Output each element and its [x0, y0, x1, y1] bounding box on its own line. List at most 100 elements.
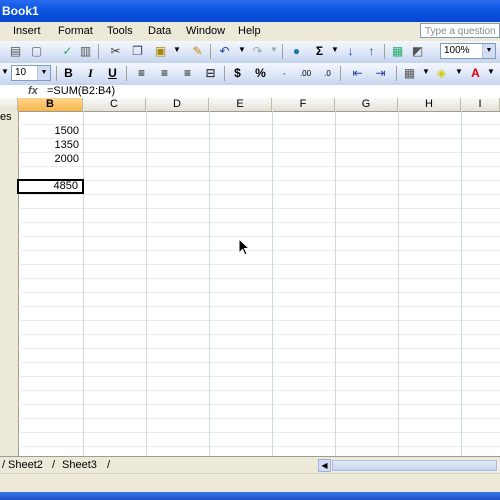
- undo-dropdown-icon[interactable]: ▼: [238, 45, 246, 54]
- underline-button[interactable]: U: [105, 66, 120, 81]
- redo-dropdown-icon[interactable]: ▼: [270, 45, 278, 54]
- align-left-icon[interactable]: ≡: [134, 66, 149, 81]
- chevron-down-icon[interactable]: ▼: [37, 66, 50, 80]
- menu-tools[interactable]: Tools: [107, 25, 133, 37]
- column-header-f[interactable]: F: [272, 98, 335, 111]
- menu-insert[interactable]: Insert: [13, 25, 41, 37]
- toolbar-separator: [340, 66, 341, 81]
- borders-icon[interactable]: ▦: [402, 66, 417, 81]
- toolbar-separator: [282, 44, 283, 59]
- help-search-input[interactable]: Type a question: [420, 23, 500, 38]
- standard-toolbar: ▤ ▢ ✓ ▥ ✂ ❐ ▣ ▼ ✎ ↶ ▼ ↷ ▼ ● Σ ▼ ↓ ↑ ▦ ◩ …: [0, 41, 500, 64]
- paste-icon[interactable]: ▣: [153, 44, 168, 59]
- column-header-g[interactable]: G: [335, 98, 398, 111]
- status-bar: [0, 473, 500, 493]
- decrease-decimal-icon[interactable]: .0: [320, 66, 335, 81]
- currency-button[interactable]: $: [230, 66, 245, 81]
- title-bar: Book1: [0, 0, 500, 22]
- scroll-left-icon[interactable]: ◀: [318, 459, 331, 472]
- increase-decimal-icon[interactable]: .00: [298, 66, 313, 81]
- toolbar-separator: [224, 66, 225, 81]
- merge-center-icon[interactable]: ⊟: [203, 66, 218, 81]
- chart-wizard-icon[interactable]: ▦: [390, 44, 405, 59]
- column-header-d[interactable]: D: [146, 98, 209, 111]
- drawing-icon[interactable]: ◩: [410, 44, 425, 59]
- gridline: [272, 111, 273, 456]
- paste-dropdown-icon[interactable]: ▼: [173, 45, 181, 54]
- fill-color-dropdown-icon[interactable]: ▼: [455, 67, 463, 76]
- worksheet-grid[interactable]: [18, 111, 500, 456]
- column-header-row: B C D E F G H I: [0, 98, 500, 112]
- font-name-dropdown-icon[interactable]: ▼: [1, 67, 9, 76]
- sort-descending-icon[interactable]: ↑: [364, 44, 379, 59]
- cell-b6-active[interactable]: 4850: [17, 179, 84, 194]
- tab-sheet3[interactable]: Sheet3: [62, 459, 97, 471]
- column-header-h[interactable]: H: [398, 98, 461, 111]
- cut-icon[interactable]: ✂: [108, 44, 123, 59]
- zoom-select[interactable]: 100% ▼: [440, 43, 496, 59]
- column-header-e[interactable]: E: [209, 98, 272, 111]
- window-title: Book1: [2, 4, 39, 18]
- autosum-dropdown-icon[interactable]: ▼: [331, 45, 339, 54]
- italic-button[interactable]: I: [83, 66, 98, 81]
- row-header-column[interactable]: [0, 111, 19, 456]
- comma-style-icon[interactable]: ,: [283, 67, 285, 76]
- tab-divider: /: [2, 459, 6, 471]
- toolbar-separator: [396, 66, 397, 81]
- borders-dropdown-icon[interactable]: ▼: [422, 67, 430, 76]
- formula-bar: fx =SUM(B2:B4): [0, 85, 500, 99]
- print-icon[interactable]: ▤: [8, 44, 23, 59]
- chevron-down-icon[interactable]: ▼: [482, 44, 495, 58]
- print-preview-icon[interactable]: ▢: [29, 44, 44, 59]
- sort-ascending-icon[interactable]: ↓: [343, 44, 358, 59]
- zoom-value: 100%: [444, 45, 470, 56]
- gridline: [83, 111, 84, 456]
- menu-data[interactable]: Data: [148, 25, 171, 37]
- spellcheck-icon[interactable]: ✓: [60, 44, 75, 59]
- column-header-b[interactable]: B: [18, 98, 83, 111]
- column-header-a-partial[interactable]: [0, 98, 18, 111]
- cell-a1[interactable]: es: [0, 111, 18, 124]
- align-center-icon[interactable]: ≡: [157, 66, 172, 81]
- toolbar-separator: [98, 44, 99, 59]
- formula-input[interactable]: =SUM(B2:B4): [47, 85, 115, 97]
- menu-window[interactable]: Window: [186, 25, 225, 37]
- fill-color-icon[interactable]: ◈: [434, 66, 449, 81]
- gridline: [335, 111, 336, 456]
- font-color-icon[interactable]: A: [468, 66, 483, 81]
- cell-b4[interactable]: 2000: [18, 153, 83, 166]
- font-size-select[interactable]: 10 ▼: [11, 65, 51, 81]
- gridline: [209, 111, 210, 456]
- mouse-cursor-icon: [238, 238, 251, 256]
- bold-button[interactable]: B: [61, 66, 76, 81]
- toolbar-separator: [56, 66, 57, 81]
- column-header-c[interactable]: C: [83, 98, 146, 111]
- research-icon[interactable]: ▥: [78, 44, 93, 59]
- format-painter-icon[interactable]: ✎: [190, 44, 205, 59]
- copy-icon[interactable]: ❐: [130, 44, 145, 59]
- redo-icon[interactable]: ↷: [250, 44, 265, 59]
- percent-button[interactable]: %: [253, 66, 268, 81]
- toolbar-separator: [210, 44, 211, 59]
- menu-format[interactable]: Format: [58, 25, 93, 37]
- increase-indent-icon[interactable]: ⇥: [373, 66, 388, 81]
- tab-divider: /: [107, 459, 111, 471]
- hyperlink-icon[interactable]: ●: [289, 44, 304, 59]
- insert-function-icon[interactable]: fx: [28, 85, 38, 97]
- formatting-toolbar: ▼ 10 ▼ B I U ≡ ≡ ≡ ⊟ $ % , .00 .0 ⇤ ⇥ ▦ …: [0, 63, 500, 86]
- menu-help[interactable]: Help: [238, 25, 261, 37]
- tab-divider: /: [52, 459, 56, 471]
- decrease-indent-icon[interactable]: ⇤: [350, 66, 365, 81]
- align-right-icon[interactable]: ≡: [180, 66, 195, 81]
- font-color-dropdown-icon[interactable]: ▼: [487, 67, 495, 76]
- cell-b3[interactable]: 1350: [18, 139, 83, 152]
- scrollbar-thumb[interactable]: [332, 460, 497, 471]
- autosum-icon[interactable]: Σ: [312, 44, 327, 59]
- gridline: [398, 111, 399, 456]
- cell-b2[interactable]: 1500: [18, 125, 83, 138]
- gridline: [146, 111, 147, 456]
- tab-sheet2[interactable]: Sheet2: [8, 459, 43, 471]
- toolbar-separator: [384, 44, 385, 59]
- undo-icon[interactable]: ↶: [217, 44, 232, 59]
- column-header-i[interactable]: I: [461, 98, 500, 111]
